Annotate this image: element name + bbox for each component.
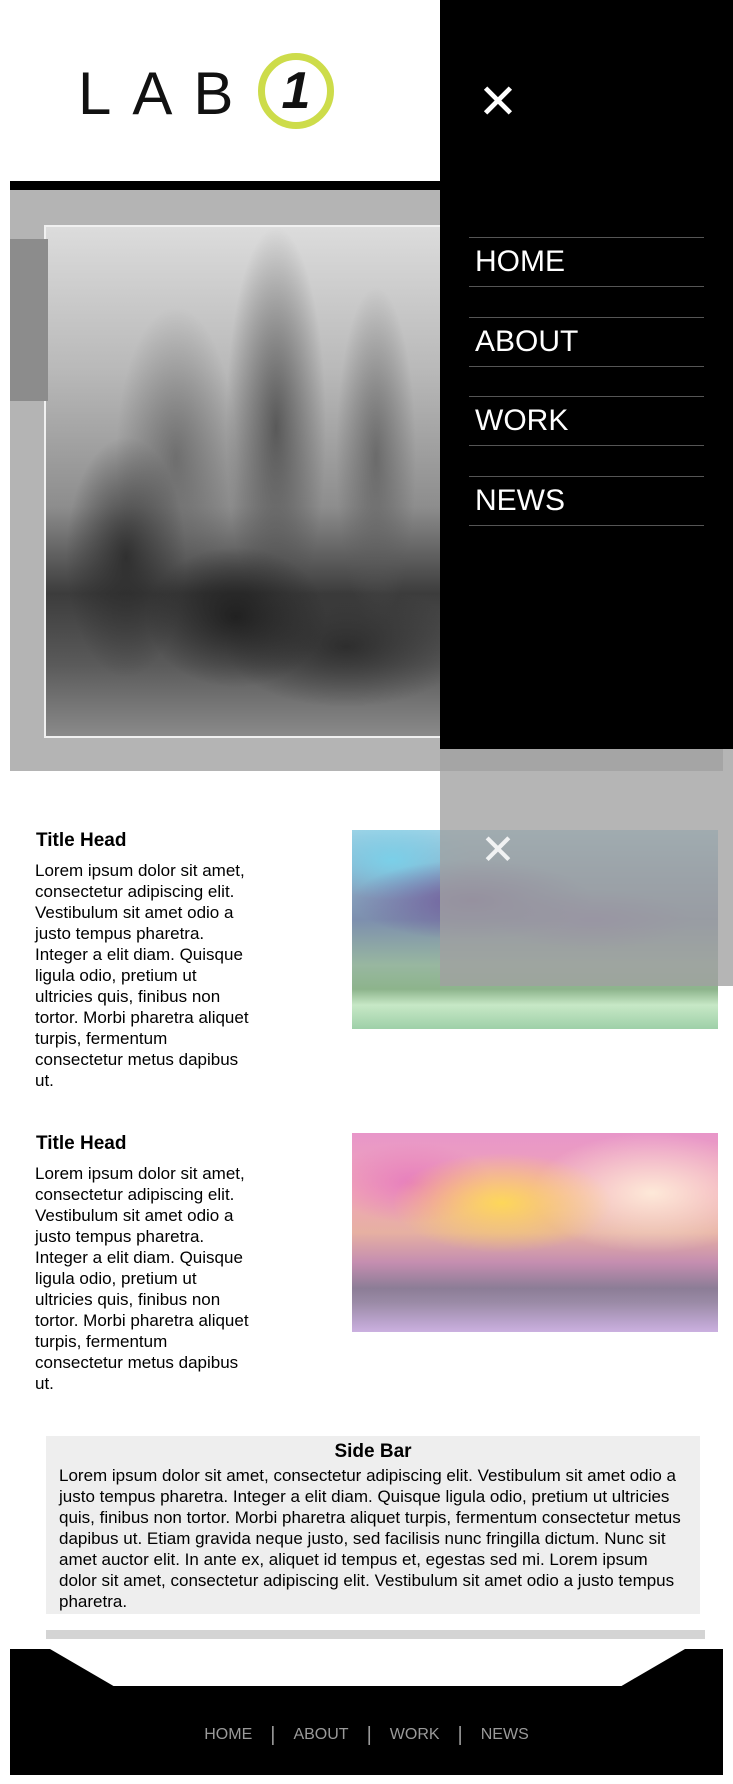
sidebar-divider [46, 1630, 705, 1639]
logo-text: LAB [78, 60, 255, 127]
nav-item-about[interactable]: ABOUT [469, 317, 704, 367]
close-icon[interactable]: ✕ [476, 78, 520, 126]
footer-link-work[interactable]: WORK [372, 1726, 458, 1744]
close-icon[interactable]: ✕ [478, 828, 518, 872]
sunset-image [352, 1133, 718, 1332]
nav-item-news[interactable]: NEWS [469, 476, 704, 526]
footer-link-home[interactable]: HOME [186, 1726, 270, 1744]
section-body: Lorem ipsum dolor sit amet, consectetur … [35, 1164, 249, 1393]
nav-item-home[interactable]: HOME [469, 237, 704, 287]
header-divider [10, 181, 440, 190]
logo-number: 1 [281, 62, 311, 120]
section-body: Lorem ipsum dolor sit amet, consectetur … [35, 861, 249, 1090]
hero-city-image [44, 225, 444, 738]
sidebar-body: Lorem ipsum dolor sit amet, consectetur … [59, 1466, 681, 1611]
site-logo[interactable]: LAB 1 [78, 50, 358, 142]
sidebar: Side Bar Lorem ipsum dolor sit amet, con… [46, 1436, 700, 1614]
footer-link-news[interactable]: NEWS [463, 1726, 547, 1744]
footer-link-about[interactable]: ABOUT [275, 1726, 366, 1744]
footer-nav: HOME | ABOUT | WORK | NEWS [10, 1724, 723, 1747]
nav-item-work[interactable]: WORK [469, 396, 704, 446]
logo-ring-icon: 1 [258, 53, 334, 129]
sidebar-title: Side Bar [334, 1441, 412, 1462]
footer: HOME | ABOUT | WORK | NEWS [10, 1649, 723, 1775]
section-title: Title Head [36, 1133, 127, 1154]
hero-side-tab[interactable] [10, 239, 48, 401]
footer-notch [50, 1649, 685, 1686]
section-title: Title Head [36, 830, 127, 851]
